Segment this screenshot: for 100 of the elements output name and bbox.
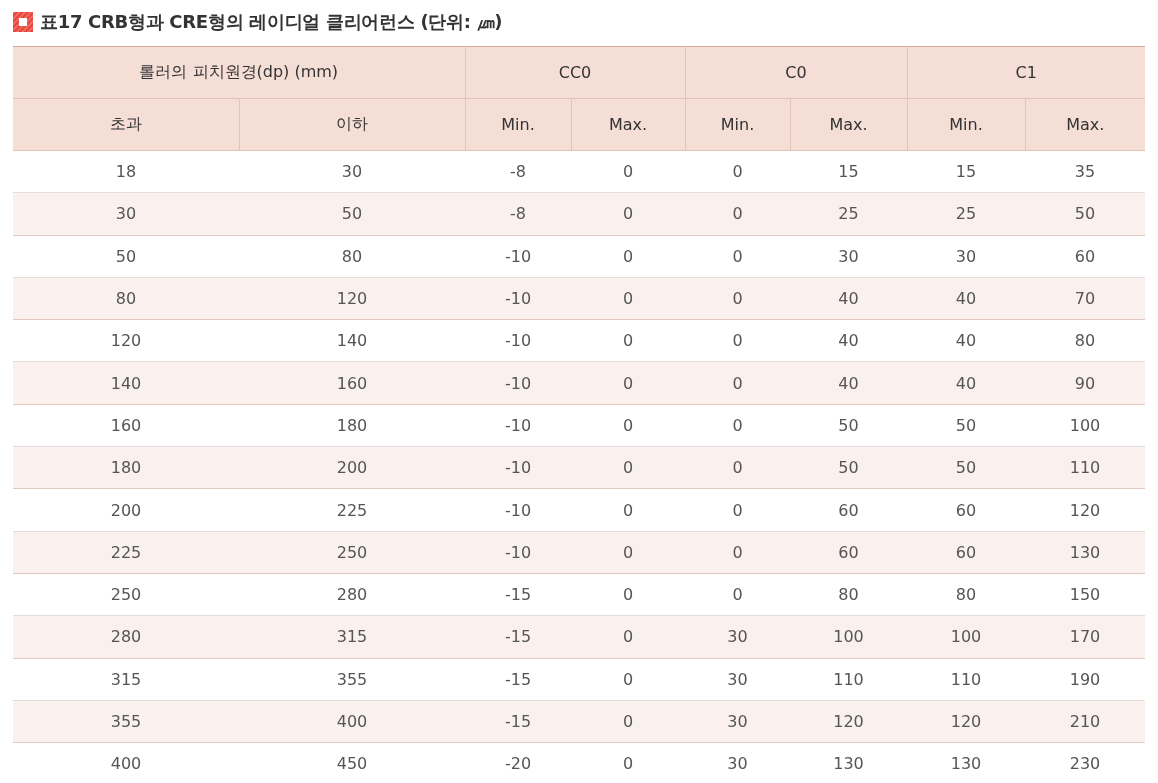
table-cell: 120 xyxy=(239,277,465,320)
table-cell: 0 xyxy=(571,658,685,701)
table-cell: 400 xyxy=(239,700,465,743)
table-cell: 100 xyxy=(790,615,907,659)
table-cell: 60 xyxy=(907,488,1025,532)
table-cell: 100 xyxy=(1025,404,1146,447)
table-cell: 0 xyxy=(685,404,790,447)
table-cell: 40 xyxy=(790,319,907,362)
column-header: Min. xyxy=(907,98,1025,151)
table-cell: 18 xyxy=(13,150,239,193)
table-cell: -10 xyxy=(465,319,571,362)
table-title: 표17 CRB형과 CRE형의 레이디얼 클리어런스 (단위: ㎛) xyxy=(40,10,503,34)
column-header: Max. xyxy=(571,98,685,151)
table-cell: 140 xyxy=(13,362,239,405)
table-cell: 40 xyxy=(907,277,1025,320)
table-cell: 80 xyxy=(790,573,907,616)
table-cell: 0 xyxy=(685,446,790,489)
table-cell: 25 xyxy=(907,192,1025,236)
table-cell: 150 xyxy=(1025,573,1146,616)
table-cell: -8 xyxy=(465,192,571,236)
table-cell: 0 xyxy=(571,488,685,532)
table-cell: -15 xyxy=(465,573,571,616)
table-cell: 80 xyxy=(239,235,465,278)
square-icon xyxy=(13,12,33,32)
table-cell: 40 xyxy=(907,319,1025,362)
column-header: 초과 xyxy=(13,98,239,151)
column-header: C0 xyxy=(685,46,907,99)
table-cell: 0 xyxy=(685,277,790,320)
table-cell: 0 xyxy=(685,319,790,362)
table-cell: -20 xyxy=(465,742,571,783)
table-cell: -15 xyxy=(465,615,571,659)
table-cell: 15 xyxy=(907,150,1025,193)
table-cell: 30 xyxy=(13,192,239,236)
table-cell: 60 xyxy=(907,531,1025,574)
table-cell: 0 xyxy=(571,362,685,405)
table-cell: 140 xyxy=(239,319,465,362)
table-cell: 70 xyxy=(1025,277,1146,320)
table-cell: 250 xyxy=(239,531,465,574)
table-cell: 130 xyxy=(907,742,1025,783)
table-cell: -8 xyxy=(465,150,571,193)
table-cell: 30 xyxy=(685,742,790,783)
table-cell: 120 xyxy=(790,700,907,743)
table-cell: 0 xyxy=(571,277,685,320)
table-cell: 80 xyxy=(1025,319,1146,362)
table-cell: 180 xyxy=(13,446,239,489)
table-cell: 210 xyxy=(1025,700,1146,743)
column-header: Min. xyxy=(685,98,790,151)
table-cell: 120 xyxy=(907,700,1025,743)
table-cell: 80 xyxy=(907,573,1025,616)
table-cell: 50 xyxy=(239,192,465,236)
table-cell: -10 xyxy=(465,404,571,447)
table-cell: 0 xyxy=(571,700,685,743)
table-cell: 230 xyxy=(1025,742,1146,783)
table-cell: 130 xyxy=(790,742,907,783)
table-cell: 200 xyxy=(13,488,239,532)
column-header: 롤러의 피치원경(dp) (mm) xyxy=(13,46,465,99)
table-cell: 110 xyxy=(907,658,1025,701)
table-cell: -15 xyxy=(465,658,571,701)
table-cell: 30 xyxy=(790,235,907,278)
table-cell: 40 xyxy=(790,277,907,320)
table-cell: 30 xyxy=(685,615,790,659)
table-cell: 0 xyxy=(571,150,685,193)
table-cell: 400 xyxy=(13,742,239,783)
table-cell: -10 xyxy=(465,531,571,574)
table-cell: 30 xyxy=(907,235,1025,278)
table-cell: 0 xyxy=(571,235,685,278)
table-cell: 35 xyxy=(1025,150,1146,193)
table-cell: -10 xyxy=(465,362,571,405)
table-cell: 0 xyxy=(685,488,790,532)
table-cell: -10 xyxy=(465,277,571,320)
table-cell: 0 xyxy=(685,192,790,236)
table-cell: 0 xyxy=(685,531,790,574)
table-cell: 0 xyxy=(571,573,685,616)
table-cell: 120 xyxy=(1025,488,1146,532)
table-cell: 0 xyxy=(571,446,685,489)
table-cell: -10 xyxy=(465,488,571,532)
table-cell: 50 xyxy=(1025,192,1146,236)
column-header: Max. xyxy=(1025,98,1146,151)
table-cell: 110 xyxy=(790,658,907,701)
table-cell: 315 xyxy=(13,658,239,701)
table-cell: 120 xyxy=(13,319,239,362)
table-cell: 280 xyxy=(239,573,465,616)
table-cell: 130 xyxy=(1025,531,1146,574)
table-cell: 0 xyxy=(685,235,790,278)
table-cell: 0 xyxy=(685,150,790,193)
table-cell: -10 xyxy=(465,235,571,278)
table-cell: -15 xyxy=(465,700,571,743)
table-cell: 0 xyxy=(571,404,685,447)
table-cell: 250 xyxy=(13,573,239,616)
table-cell: 30 xyxy=(685,700,790,743)
table-cell: 0 xyxy=(571,319,685,362)
table-cell: 15 xyxy=(790,150,907,193)
table-cell: 50 xyxy=(790,446,907,489)
column-header: Min. xyxy=(465,98,571,151)
table-cell: 160 xyxy=(13,404,239,447)
table-cell: 0 xyxy=(685,362,790,405)
table-cell: 225 xyxy=(13,531,239,574)
table-cell: 450 xyxy=(239,742,465,783)
table-cell: 315 xyxy=(239,615,465,659)
table-cell: 90 xyxy=(1025,362,1146,405)
